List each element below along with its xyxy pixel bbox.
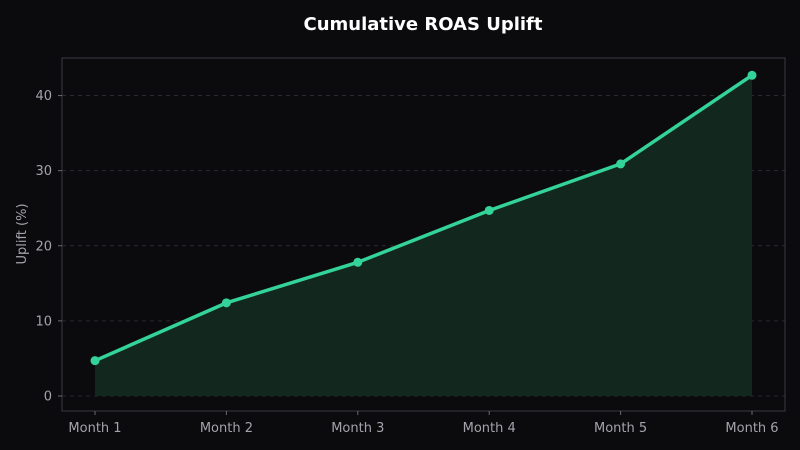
data-point xyxy=(90,356,100,366)
chart-svg: Cumulative ROAS Uplift Month 1 Month 2 Mon… xyxy=(15,14,786,436)
y-tick-label: 0 xyxy=(44,389,52,404)
y-axis-label: Uplift (%) xyxy=(15,203,30,264)
x-tick-label: Month 1 xyxy=(68,421,121,436)
x-tick-label: Month 6 xyxy=(725,421,778,436)
data-point xyxy=(353,257,363,267)
chart-title: Cumulative ROAS Uplift xyxy=(303,14,542,35)
y-tick-layer: 0 10 20 30 40 xyxy=(35,89,62,404)
x-tick-label: Month 5 xyxy=(594,421,647,436)
data-point xyxy=(484,205,494,215)
y-tick-label: 30 xyxy=(35,164,52,179)
data-point xyxy=(221,298,231,308)
x-tick-layer: Month 1 Month 2 Month 3 Month 4 Month 5 Month… xyxy=(68,411,779,436)
y-tick-label: 20 xyxy=(35,239,52,254)
x-tick-label: Month 3 xyxy=(331,421,384,436)
x-tick-label: Month 2 xyxy=(200,421,253,436)
chart-container: Cumulative ROAS Uplift Month 1 Month 2 Mon… xyxy=(0,0,800,450)
data-point xyxy=(747,70,757,80)
y-tick-label: 40 xyxy=(35,89,52,104)
y-tick-label: 10 xyxy=(35,314,52,329)
x-tick-label: Month 4 xyxy=(463,421,516,436)
data-point xyxy=(616,159,626,169)
